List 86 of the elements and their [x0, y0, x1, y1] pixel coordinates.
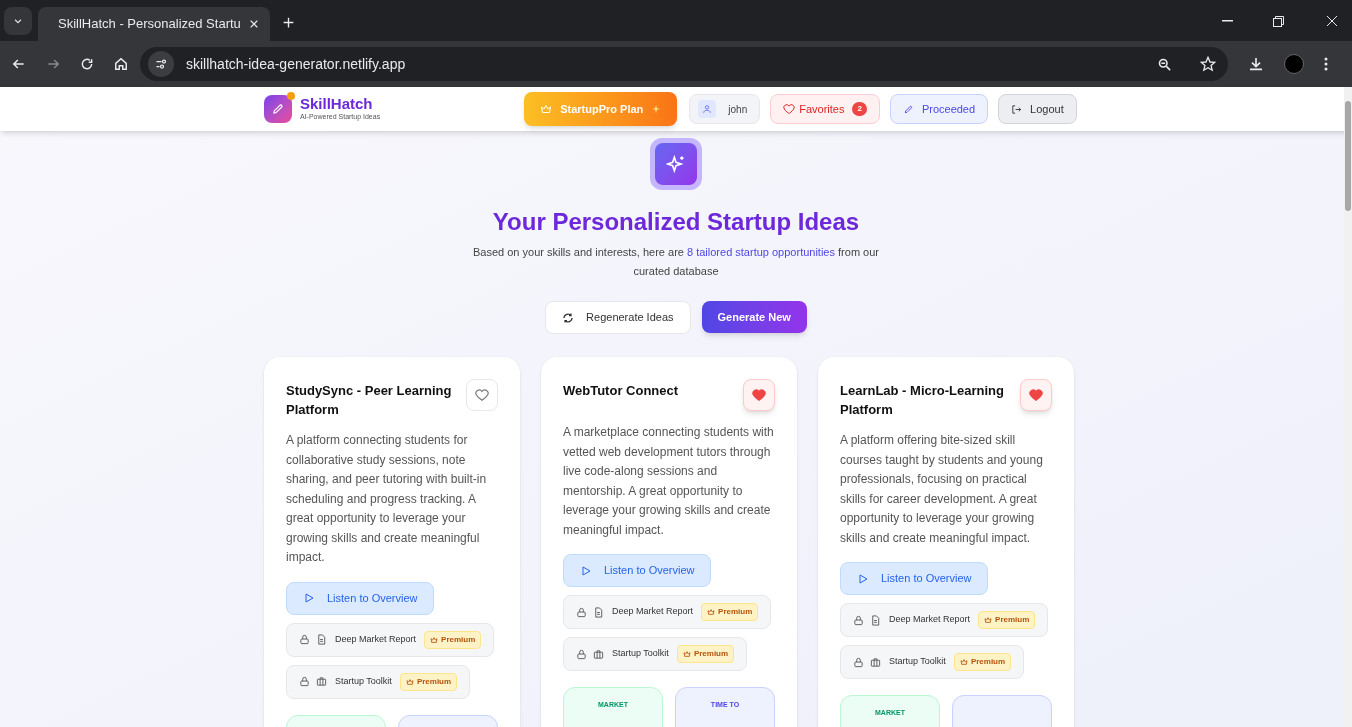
- favorite-button[interactable]: [743, 379, 775, 411]
- play-icon: [580, 564, 592, 577]
- minimize-icon[interactable]: [1222, 20, 1233, 22]
- forward-icon[interactable]: [46, 57, 60, 71]
- premium-badge: Premium: [978, 611, 1036, 629]
- document-icon: [316, 634, 327, 645]
- crown-icon: [959, 658, 968, 666]
- address-bar[interactable]: skillhatch-idea-generator.netlify.app: [140, 47, 1228, 81]
- idea-description: A marketplace connecting students with vetted web development tutors through live code-along sessions and mentorship. A great opportunity to leverage your growing skills and create meaningful impact.: [563, 424, 775, 539]
- sparkle-badge-icon: [650, 138, 702, 190]
- heart-icon: [752, 388, 766, 402]
- scrollbar[interactable]: [1344, 87, 1352, 727]
- back-icon[interactable]: [12, 57, 26, 71]
- locked-feature[interactable]: Startup Toolkit Premium: [840, 645, 1025, 679]
- proceeded-button[interactable]: Proceeded: [889, 94, 989, 124]
- profile-avatar[interactable]: [1284, 54, 1304, 74]
- logout-icon: [1011, 103, 1023, 115]
- reload-icon[interactable]: [80, 57, 94, 71]
- lock-icon: [853, 614, 864, 626]
- generate-button[interactable]: Generate New: [701, 301, 807, 333]
- premium-badge: Premium: [424, 630, 482, 649]
- user-chip[interactable]: john: [689, 94, 761, 124]
- heart-icon: [475, 388, 489, 402]
- listen-button[interactable]: Listen to Overview: [840, 562, 989, 595]
- crown-icon: [430, 635, 439, 644]
- lock-icon: [576, 606, 587, 618]
- home-icon[interactable]: [114, 57, 128, 71]
- listen-button[interactable]: Listen to Overview: [286, 581, 435, 615]
- idea-description: A platform offering bite-sized skill courses taught by students and young professionals, focusing on practical skills for career development. A great opportunity to leverage your growing skills and create meaningful impact.: [840, 432, 1044, 547]
- lock-icon: [299, 676, 310, 687]
- chevron-icon: [13, 16, 23, 26]
- menu-icon[interactable]: [1324, 57, 1328, 71]
- restore-icon[interactable]: [1273, 16, 1284, 27]
- page-title: Your Personalized Startup Ideas: [492, 207, 860, 237]
- locked-feature[interactable]: Startup Toolkit Premium: [286, 664, 471, 699]
- url-text: skillhatch-idea-generator.netlify.app: [186, 54, 407, 74]
- play-icon: [857, 572, 869, 585]
- briefcase-icon: [870, 656, 881, 668]
- locked-feature[interactable]: Deep Market Report Premium: [286, 622, 495, 657]
- crown-icon: [540, 103, 553, 115]
- tab-title: SkillHatch - Personalized Startu: [58, 15, 241, 34]
- crown-icon: [984, 616, 993, 624]
- zoom-icon[interactable]: [1157, 56, 1172, 72]
- crown-icon: [682, 650, 691, 658]
- heart-icon: [783, 103, 796, 115]
- lock-icon: [299, 634, 310, 645]
- regenerate-button[interactable]: Regenerate Ideas: [545, 301, 691, 334]
- locked-feature[interactable]: Startup Toolkit Premium: [563, 637, 748, 671]
- brand-name: SkillHatch: [300, 95, 374, 112]
- close-icon[interactable]: [1326, 15, 1338, 27]
- close-icon[interactable]: [248, 19, 259, 29]
- premium-badge: Premium: [701, 603, 759, 621]
- listen-button[interactable]: Listen to Overview: [563, 554, 712, 587]
- favorite-button[interactable]: [466, 379, 498, 411]
- premium-badge: Premium: [953, 653, 1012, 671]
- favorites-button[interactable]: Favorites 2: [770, 94, 880, 124]
- crown-icon: [405, 677, 414, 686]
- count-badge: 2: [852, 102, 867, 116]
- heart-icon: [1029, 388, 1043, 402]
- play-icon: [303, 592, 315, 604]
- browser-tab[interactable]: SkillHatch - Personalized Startu: [38, 7, 270, 41]
- site-settings-icon[interactable]: [148, 51, 174, 77]
- idea-description: A platform connecting students for collaborative study sessions, note sharing, and peer tutoring with built-in scheduling and progress tracking. A great opportunity to leverage your growing skills and create meaningful impact.: [286, 432, 488, 566]
- document-icon: [593, 606, 604, 618]
- user-icon: [698, 100, 717, 118]
- lock-icon: [853, 656, 864, 668]
- briefcase-icon: [593, 648, 604, 660]
- page-subtitle: Based on your skills and interests, here are 8 tailored startup opportunities from our curated database: [472, 245, 880, 279]
- new-tab-icon[interactable]: [282, 16, 295, 29]
- idea-title: LearnLab - Micro-Learning Platform: [840, 382, 1005, 419]
- logout-button[interactable]: Logout: [998, 94, 1077, 124]
- refresh-icon: [562, 311, 575, 324]
- document-icon: [870, 614, 881, 626]
- lock-icon: [576, 648, 587, 660]
- premium-badge: Premium: [676, 645, 735, 663]
- premium-badge: Premium: [399, 672, 458, 691]
- locked-feature[interactable]: Deep Market Report Premium: [840, 603, 1049, 637]
- favorite-button[interactable]: [1020, 379, 1052, 411]
- username: john: [727, 102, 749, 117]
- idea-title: StudySync - Peer Learning Platform: [286, 382, 453, 419]
- download-icon[interactable]: [1248, 56, 1264, 72]
- star-icon[interactable]: [1200, 56, 1216, 72]
- crown-icon: [707, 608, 716, 616]
- locked-feature[interactable]: Deep Market Report Premium: [563, 595, 772, 629]
- briefcase-icon: [316, 676, 327, 687]
- idea-title: WebTutor Connect: [563, 382, 679, 400]
